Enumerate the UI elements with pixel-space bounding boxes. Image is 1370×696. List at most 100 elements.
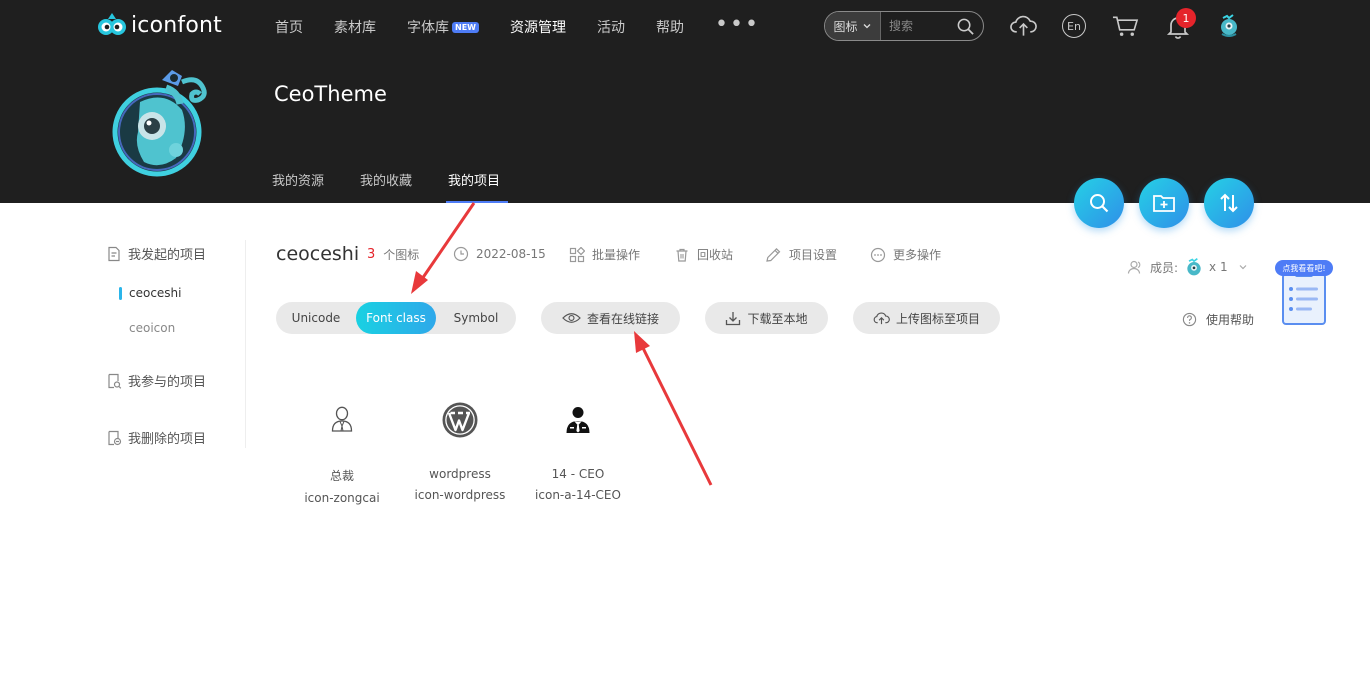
sidebar-started-label: 我发起的项目: [128, 248, 207, 263]
batch-operation-label: 批量操作: [592, 248, 641, 262]
nav-help-label: 帮助: [655, 20, 684, 36]
project-sidebar: 我发起的项目 ceoceshi ceoicon 我参与的项目 我删除的项目: [106, 240, 246, 448]
nav-events-label: 活动: [596, 20, 625, 36]
icon-name: 总裁: [329, 469, 354, 483]
iconfont-logo-icon: [98, 13, 126, 35]
more-dots-icon: •••: [714, 12, 760, 37]
members-dropdown[interactable]: 成员: x 1: [1127, 256, 1248, 278]
nav-events[interactable]: 活动: [597, 17, 625, 37]
sidebar-started-group[interactable]: 我发起的项目: [106, 244, 206, 263]
icon-card-wordpress[interactable]: wordpress icon-wordpress: [405, 398, 515, 502]
deleted-document-icon: [108, 430, 122, 445]
view-online-link-button[interactable]: 查看在线链接: [541, 302, 680, 334]
business-person-icon: [566, 407, 590, 433]
usage-help-link[interactable]: 使用帮助: [1182, 311, 1254, 328]
sidebar-project-ceoicon[interactable]: ceoicon: [129, 321, 175, 335]
search-icon: [1090, 194, 1109, 213]
icon-code: icon-a-14-CEO: [535, 488, 621, 502]
tab-my-resources[interactable]: 我的资源: [272, 170, 324, 203]
nav-materials-label: 素材库: [334, 20, 376, 36]
folder-add-icon: [1153, 195, 1175, 212]
sidebar-deleted-label: 我删除的项目: [128, 432, 207, 447]
main-nav: 首页 素材库 字体库 NEW 资源管理 活动 帮助 •••: [275, 12, 791, 37]
download-local-button[interactable]: 下载至本地: [705, 302, 828, 334]
nav-help[interactable]: 帮助: [656, 17, 684, 37]
search-input[interactable]: [889, 19, 961, 33]
grid-icon: [569, 246, 585, 262]
edit-document-icon: [108, 246, 120, 261]
iconfont-logo[interactable]: iconfont: [97, 11, 222, 39]
cart-icon[interactable]: [1112, 14, 1139, 38]
view-online-link-label: 查看在线链接: [586, 311, 659, 326]
upload-cloud-icon[interactable]: [1010, 13, 1037, 39]
tab-symbol[interactable]: Symbol: [436, 302, 516, 334]
sidebar-project-ceoceshi[interactable]: ceoceshi: [119, 286, 182, 300]
upload-cloud-icon: [873, 312, 890, 325]
project-settings-label: 项目设置: [789, 248, 838, 262]
profile-header: iconfont 首页 素材库 字体库 NEW 资源管理 活动 帮助 ••• 图标…: [0, 0, 1370, 203]
tab-font-class[interactable]: Font class: [356, 302, 436, 334]
nav-materials[interactable]: 素材库: [334, 17, 376, 37]
language-label: En: [1067, 19, 1081, 33]
pencil-icon: [766, 247, 781, 262]
search-document-icon: [108, 373, 122, 389]
question-circle-icon: [1182, 312, 1197, 327]
wordpress-icon: [442, 402, 478, 438]
search-type-label: 图标: [833, 19, 858, 34]
tab-unicode[interactable]: Unicode: [276, 302, 356, 334]
sidebar-joined-group[interactable]: 我参与的项目: [106, 371, 206, 390]
search-project-button[interactable]: [1074, 178, 1124, 228]
help-widget-label: 点我看看吧!: [1275, 260, 1333, 276]
sort-button[interactable]: [1204, 178, 1254, 228]
nav-more-button[interactable]: •••: [714, 12, 760, 37]
upload-icons-label: 上传图标至项目: [895, 311, 980, 326]
help-widget[interactable]: 点我看看吧!: [1275, 258, 1333, 328]
members-icon: [1127, 260, 1141, 274]
sidebar-joined-label: 我参与的项目: [128, 375, 207, 390]
top-navbar: iconfont 首页 素材库 字体库 NEW 资源管理 活动 帮助 ••• 图标…: [0, 0, 1370, 52]
trash-icon: [676, 248, 688, 262]
search-type-select[interactable]: 图标: [825, 12, 881, 40]
user-avatar-icon[interactable]: [1217, 12, 1241, 38]
icon-code: icon-zongcai: [304, 491, 380, 505]
annotation-arrow-to-online-link: [634, 331, 713, 486]
icon-count-number: 3: [367, 247, 376, 262]
new-project-button[interactable]: [1139, 178, 1189, 228]
upload-icons-button[interactable]: 上传图标至项目: [853, 302, 1000, 334]
format-tabs: Unicode Font class Symbol: [276, 302, 516, 334]
nav-home-label: 首页: [275, 20, 303, 36]
project-settings-button[interactable]: 项目设置: [765, 246, 837, 263]
usage-help-label: 使用帮助: [1206, 313, 1255, 327]
icon-card-ceo[interactable]: 14 - CEO icon-a-14-CEO: [523, 398, 633, 502]
tab-my-projects[interactable]: 我的项目: [446, 170, 509, 203]
notification-badge: 1: [1176, 8, 1196, 28]
search-icon[interactable]: [956, 17, 975, 36]
profile-tabs: 我的资源 我的收藏 我的项目: [272, 170, 536, 203]
icon-code: icon-wordpress: [414, 488, 506, 502]
nav-resources[interactable]: 资源管理: [510, 17, 566, 37]
search-box: 图标: [824, 11, 984, 41]
language-switch-button[interactable]: En: [1062, 14, 1086, 38]
members-count: x 1: [1209, 260, 1228, 274]
batch-operation-button[interactable]: 批量操作: [569, 246, 640, 263]
nav-resources-label: 资源管理: [509, 20, 566, 36]
nav-home[interactable]: 首页: [275, 17, 303, 37]
icon-count: 3 个图标: [367, 246, 419, 263]
logo-text: iconfont: [131, 12, 222, 38]
nav-fonts-label: 字体库: [407, 20, 449, 36]
recycle-bin-label: 回收站: [697, 248, 734, 262]
download-local-label: 下载至本地: [747, 311, 808, 326]
project-date: 2022-08-15: [453, 246, 546, 262]
tab-my-favorites[interactable]: 我的收藏: [360, 170, 412, 203]
recycle-bin-button[interactable]: 回收站: [674, 246, 733, 263]
ceo-person-icon: [331, 406, 353, 432]
more-operations-button[interactable]: 更多操作: [870, 246, 941, 263]
profile-avatar: [112, 70, 207, 177]
more-circle-icon: [870, 247, 886, 262]
eye-icon: [562, 313, 581, 323]
sort-arrows-icon: [1220, 193, 1238, 213]
icon-card-zongcai[interactable]: 总裁 icon-zongcai: [287, 398, 397, 505]
new-badge: NEW: [452, 21, 479, 33]
sidebar-deleted-group[interactable]: 我删除的项目: [106, 428, 206, 447]
nav-fonts[interactable]: 字体库 NEW: [407, 17, 479, 37]
